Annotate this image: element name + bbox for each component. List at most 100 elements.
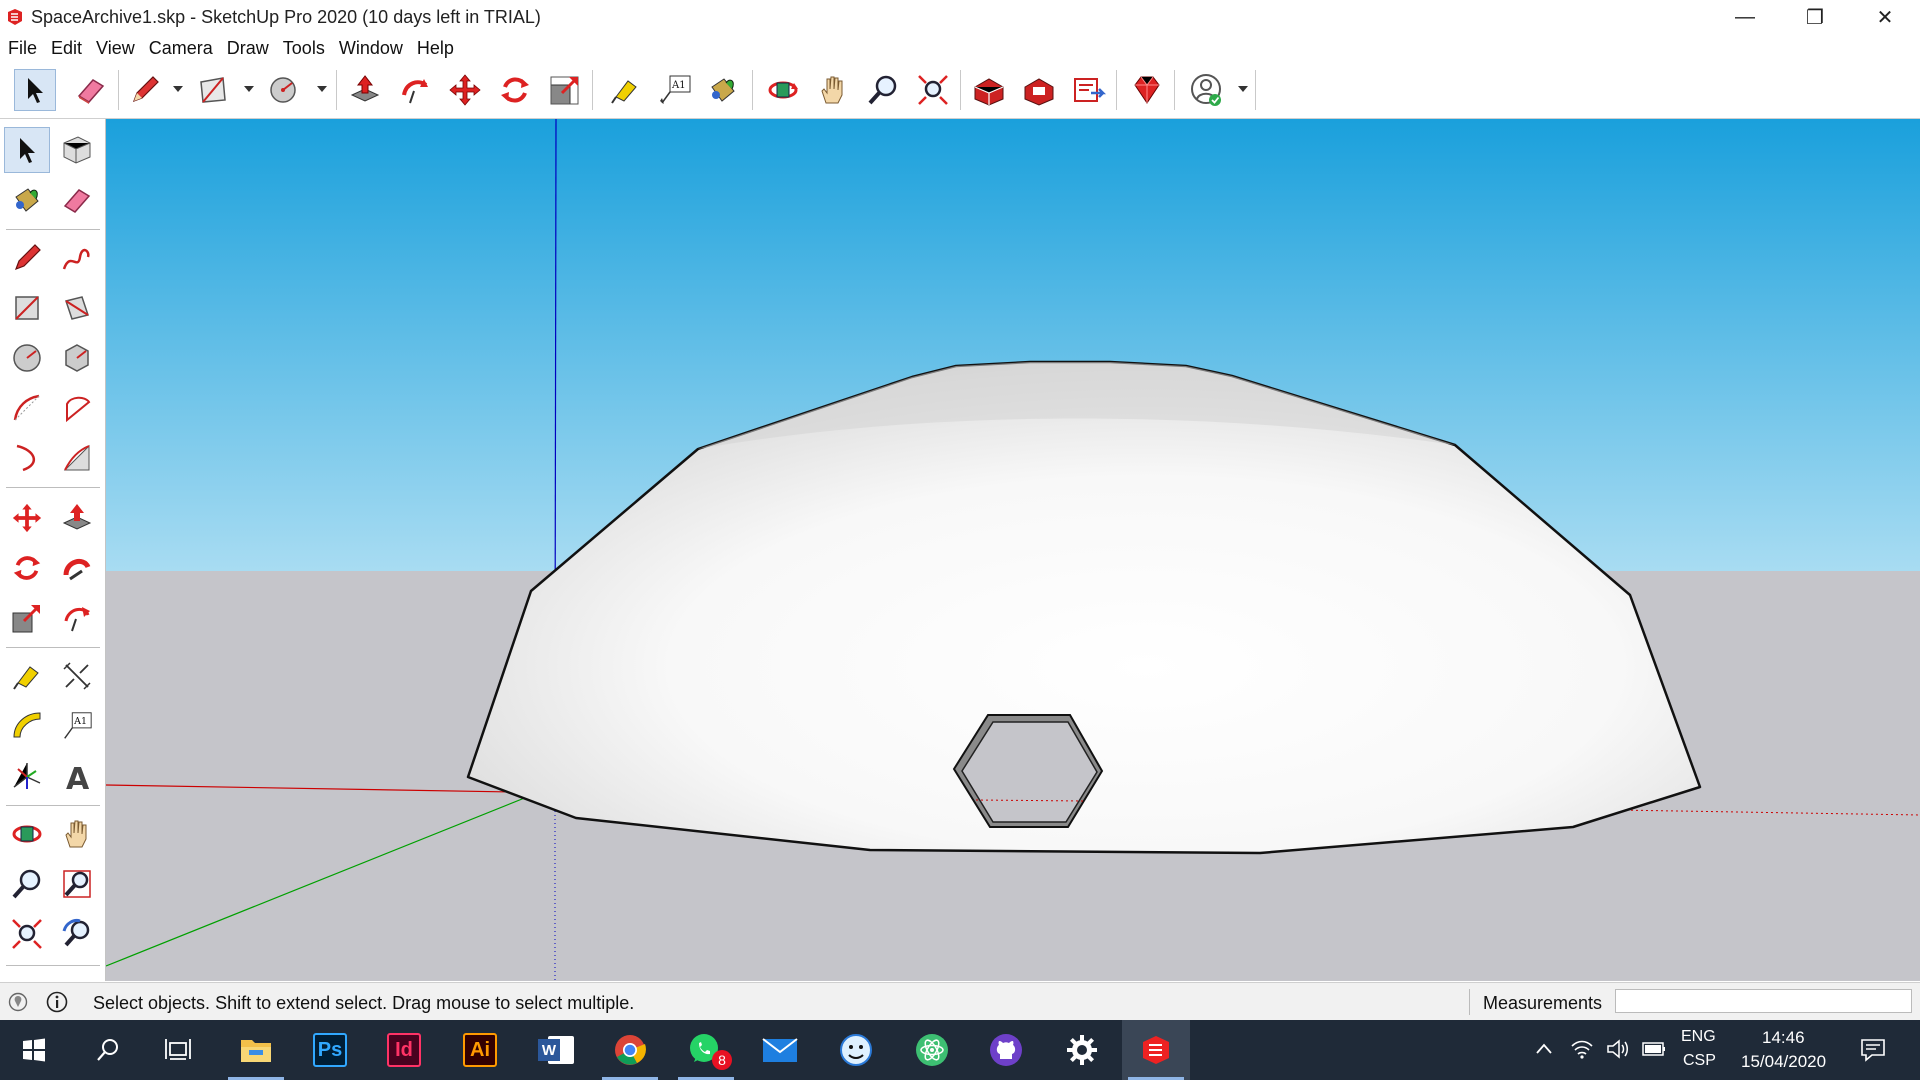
whatsapp-app[interactable]: 8 [672, 1020, 740, 1080]
menu-view[interactable]: View [88, 36, 141, 62]
file-explorer-app[interactable] [222, 1020, 290, 1080]
eraser-tool-button[interactable] [70, 69, 112, 111]
task-view-button[interactable] [144, 1020, 212, 1080]
left-line-button[interactable] [4, 235, 50, 281]
left-axes-button[interactable] [4, 753, 50, 799]
paint-bucket-tool-button[interactable] [702, 69, 744, 111]
left-rectangle-button[interactable] [4, 285, 50, 331]
left-scale-button[interactable] [4, 595, 50, 641]
measurements-input[interactable] [1615, 989, 1912, 1013]
left-previous-view-button[interactable] [54, 911, 100, 957]
left-circle-button[interactable] [4, 335, 50, 381]
pan-tool-button[interactable] [812, 69, 854, 111]
left-pan-button[interactable] [54, 811, 100, 857]
instructor-info-icon[interactable] [46, 991, 68, 1013]
clock-time[interactable]: 14:46 [1762, 1028, 1805, 1048]
left-move-button[interactable] [4, 495, 50, 541]
pencil-tool-button[interactable] [124, 69, 166, 111]
left-two-point-arc-button[interactable] [4, 435, 50, 481]
left-push-pull-button[interactable] [54, 495, 100, 541]
extension-manager-button[interactable] [1126, 69, 1168, 111]
github-app[interactable] [972, 1020, 1040, 1080]
model-canvas[interactable] [106, 119, 1920, 981]
menu-camera[interactable]: Camera [141, 36, 219, 62]
left-polygon-button[interactable] [54, 335, 100, 381]
menu-help[interactable]: Help [409, 36, 460, 62]
left-paint-bucket-button[interactable] [4, 177, 50, 223]
left-eraser-button[interactable] [54, 177, 100, 223]
menu-window[interactable]: Window [331, 36, 409, 62]
make-component-button[interactable] [54, 127, 100, 173]
left-zoom-button[interactable] [4, 861, 50, 907]
push-pull-tool-button[interactable] [344, 69, 386, 111]
left-follow-me-button[interactable] [54, 545, 100, 591]
language-indicator[interactable]: ENG [1681, 1028, 1716, 1046]
circle-tool-button[interactable] [262, 69, 304, 111]
notifications-icon[interactable] [1860, 1038, 1886, 1062]
rotate-tool-button[interactable] [494, 69, 536, 111]
left-zoom-window-button[interactable] [54, 861, 100, 907]
volume-icon[interactable] [1606, 1038, 1630, 1060]
close-button[interactable]: ✕ [1850, 0, 1920, 34]
menu-edit[interactable]: Edit [43, 36, 88, 62]
left-protractor-button[interactable] [4, 703, 50, 749]
sketchup-app[interactable] [1122, 1020, 1190, 1080]
geo-location-icon[interactable] [8, 992, 28, 1012]
send-to-layout-button[interactable] [1068, 69, 1110, 111]
left-tape-measure-button[interactable] [4, 653, 50, 699]
left-select-tool-button[interactable] [4, 127, 50, 173]
pencil-dropdown-icon[interactable] [173, 86, 183, 92]
left-3d-text-button[interactable]: A [54, 753, 100, 799]
move-tool-button[interactable] [444, 69, 486, 111]
left-dimension-button[interactable] [54, 653, 100, 699]
left-zoom-extents-button[interactable] [4, 911, 50, 957]
chrome-app[interactable] [596, 1020, 664, 1080]
menu-draw[interactable]: Draw [219, 36, 275, 62]
illustrator-app[interactable]: Ai [446, 1020, 514, 1080]
warehouse-button[interactable] [968, 69, 1010, 111]
left-text-button[interactable]: A1 [54, 703, 100, 749]
push-pull-icon [62, 504, 92, 530]
left-pie-button[interactable] [54, 385, 100, 431]
rectangle-tool-button[interactable] [192, 69, 234, 111]
indesign-app[interactable]: Id [370, 1020, 438, 1080]
left-rotated-rectangle-button[interactable] [54, 285, 100, 331]
follow-me-tool-button[interactable] [394, 69, 436, 111]
keyboard-layout[interactable]: CSP [1683, 1052, 1716, 1070]
menu-tools[interactable]: Tools [275, 36, 331, 62]
text-tool-button[interactable]: A1 [654, 69, 696, 111]
show-hidden-icons-icon[interactable] [1535, 1042, 1553, 1056]
start-button[interactable] [0, 1020, 68, 1080]
word-app[interactable]: W [522, 1020, 590, 1080]
left-offset-button[interactable] [54, 595, 100, 641]
settings-app[interactable] [1048, 1020, 1116, 1080]
zoom-tool-button[interactable] [862, 69, 904, 111]
restore-button[interactable]: ❐ [1780, 0, 1850, 34]
mail-app[interactable] [746, 1020, 814, 1080]
zoom-extents-tool-button[interactable] [912, 69, 954, 111]
clock-date[interactable]: 15/04/2020 [1741, 1052, 1826, 1072]
minimize-button[interactable]: — [1710, 0, 1780, 34]
finder-app[interactable] [822, 1020, 890, 1080]
left-orbit-button[interactable] [4, 811, 50, 857]
left-rotate-button[interactable] [4, 545, 50, 591]
atom-app[interactable] [898, 1020, 966, 1080]
extension-warehouse-button[interactable] [1018, 69, 1060, 111]
left-arc-button[interactable] [4, 385, 50, 431]
search-button[interactable] [74, 1020, 142, 1080]
battery-icon[interactable] [1640, 1040, 1666, 1058]
circle-dropdown-icon[interactable] [317, 86, 327, 92]
tape-measure-tool-button[interactable] [604, 69, 646, 111]
model-viewport[interactable] [106, 119, 1920, 981]
rectangle-dropdown-icon[interactable] [244, 86, 254, 92]
select-tool-button[interactable] [14, 69, 56, 111]
wifi-icon[interactable] [1570, 1038, 1594, 1060]
left-freehand-button[interactable] [54, 235, 100, 281]
orbit-tool-button[interactable] [762, 69, 804, 111]
left-three-point-arc-button[interactable] [54, 435, 100, 481]
menu-file[interactable]: File [0, 36, 43, 62]
account-dropdown-icon[interactable] [1238, 86, 1248, 92]
photoshop-app[interactable]: Ps [296, 1020, 364, 1080]
scale-tool-button[interactable] [544, 69, 586, 111]
account-button[interactable] [1186, 69, 1228, 111]
